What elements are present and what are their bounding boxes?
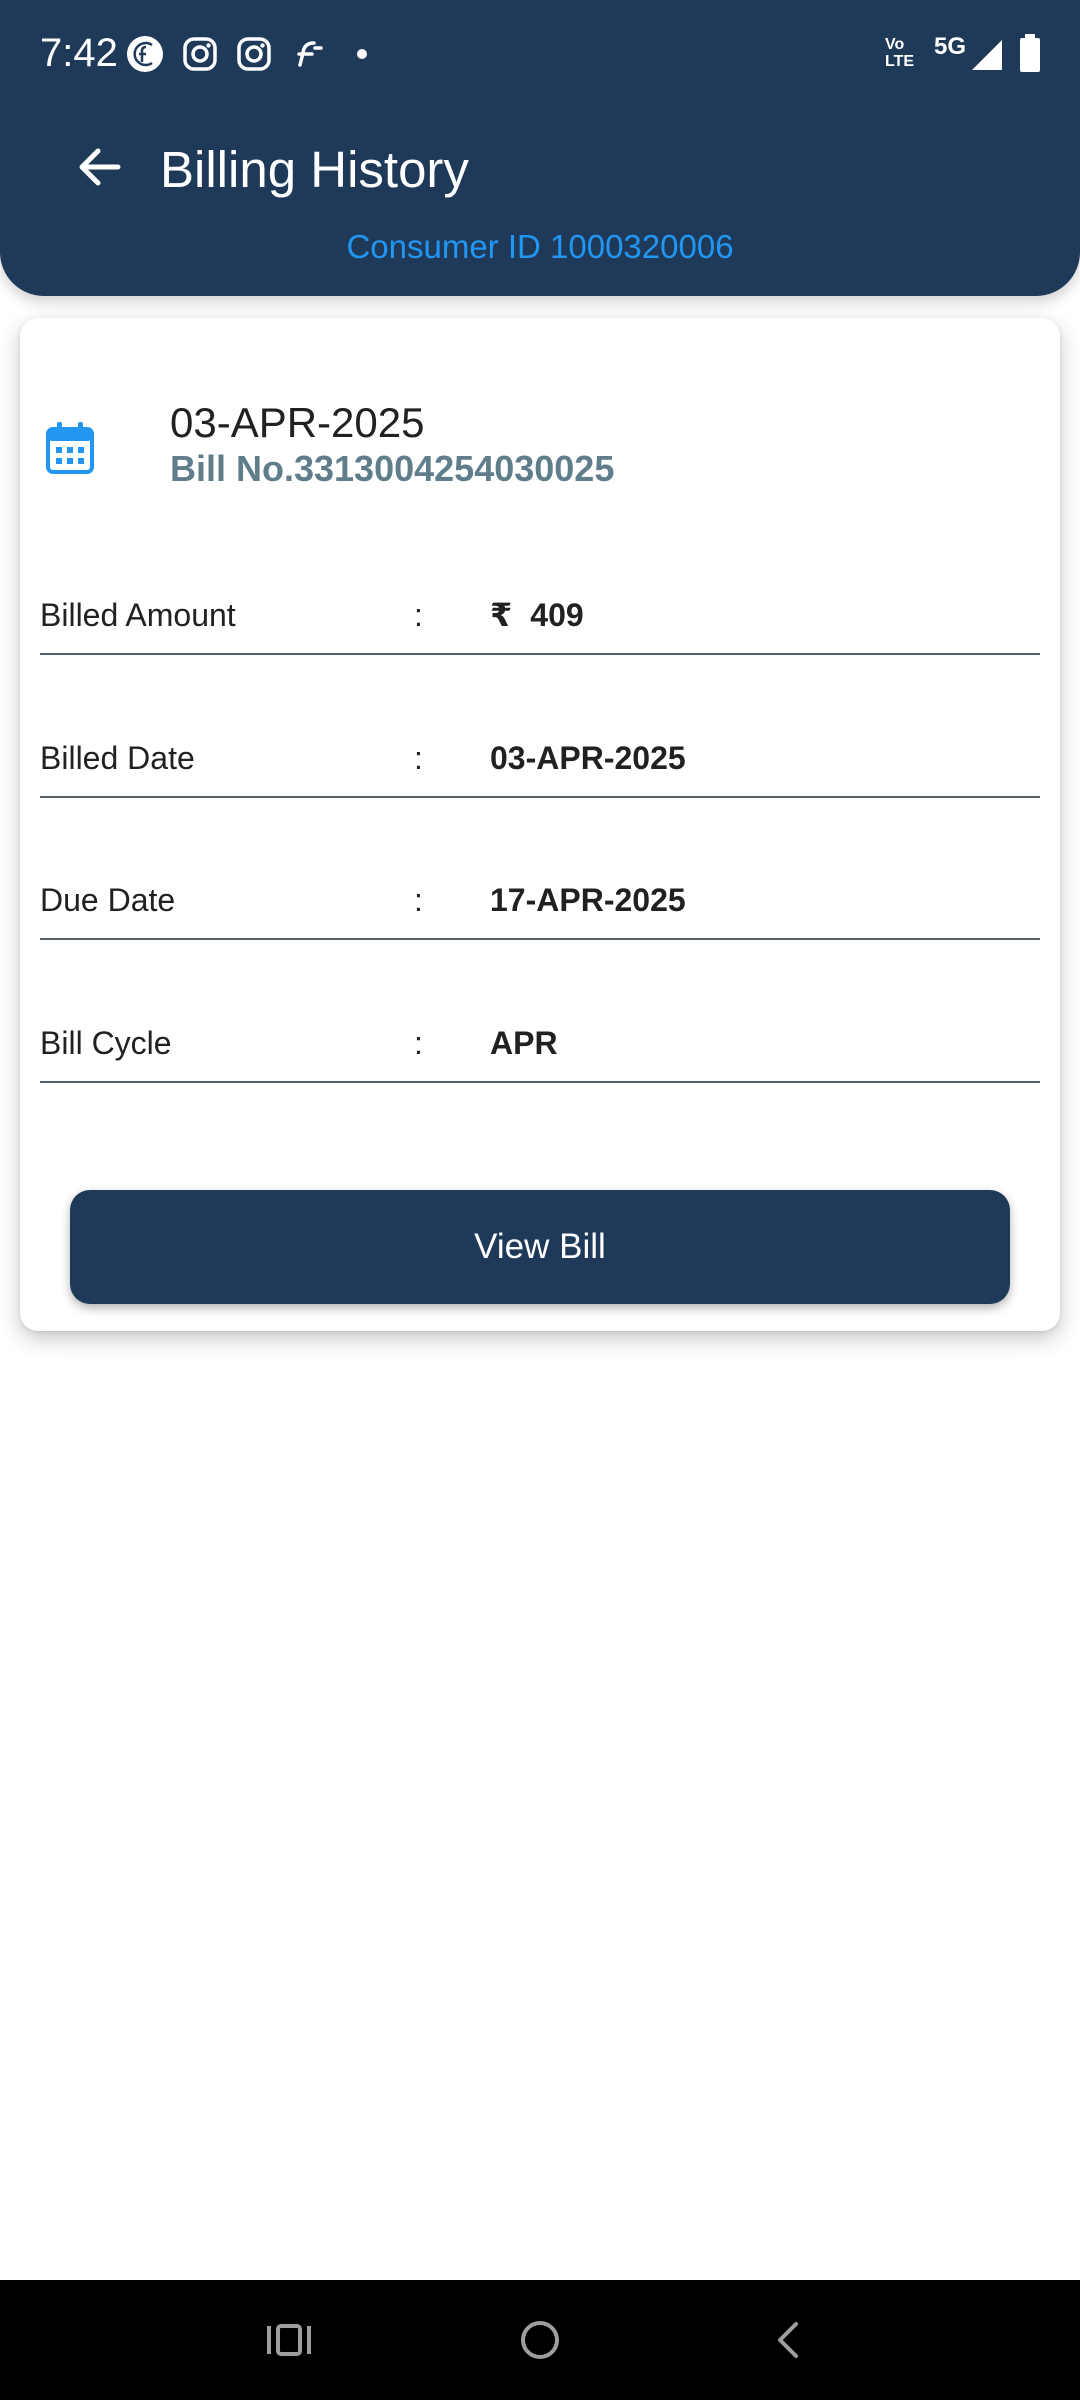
home-icon[interactable] [510,2310,570,2370]
status-time: 7:42 [40,31,118,75]
row-separator: : [414,740,423,776]
instagram-icon [237,37,271,71]
billed-amount-row: Billed Amount : ₹409 [40,573,1040,655]
row-separator: : [414,1025,423,1061]
recents-icon[interactable] [259,2310,319,2370]
back-arrow-icon[interactable] [70,137,130,197]
view-bill-button[interactable]: View Bill [70,1190,1010,1304]
billed-amount-value: ₹409 [490,595,584,635]
due-date-row: Due Date : 17-APR-2025 [40,858,1040,940]
status-bar: 7:42 Vo LTE 5G [0,0,1080,108]
instagram-icon [183,37,217,71]
bill-cycle-label: Bill Cycle [40,1025,172,1061]
flipkart-icon [297,41,323,67]
back-icon[interactable] [760,2310,820,2370]
page-title: Billing History [160,141,469,198]
battery-icon [1020,34,1040,72]
billed-date-value: 03-APR-2025 [490,740,686,776]
bill-number: Bill No.3313004254030025 [170,448,615,489]
row-separator: : [414,882,423,918]
due-date-value: 17-APR-2025 [490,882,686,918]
network-type-label: 5G [934,33,967,60]
fc-app-icon [127,36,163,72]
billed-date-row: Billed Date : 03-APR-2025 [40,716,1040,798]
app-header: 7:42 Vo LTE 5G Billing History Consumer … [0,0,1080,296]
volte-label: Vo [885,36,905,53]
dot-icon [357,49,367,59]
calendar-icon [46,422,94,474]
billed-date-label: Billed Date [40,740,195,776]
bill-cycle-row: Bill Cycle : APR [40,1001,1040,1083]
rupee-symbol: ₹ [490,597,513,633]
consumer-id: Consumer ID 1000320006 [346,228,734,265]
system-nav-bar [0,2280,1080,2400]
due-date-label: Due Date [40,882,176,918]
lte-label: LTE [885,53,915,70]
billed-amount-number: 409 [530,597,584,633]
bill-cycle-value: APR [490,1025,558,1061]
billed-amount-label: Billed Amount [40,597,236,633]
signal-icon [972,40,1002,70]
volte-icon: Vo LTE [885,36,929,70]
bill-date-title: 03-APR-2025 [170,399,425,446]
row-separator: : [414,597,423,633]
